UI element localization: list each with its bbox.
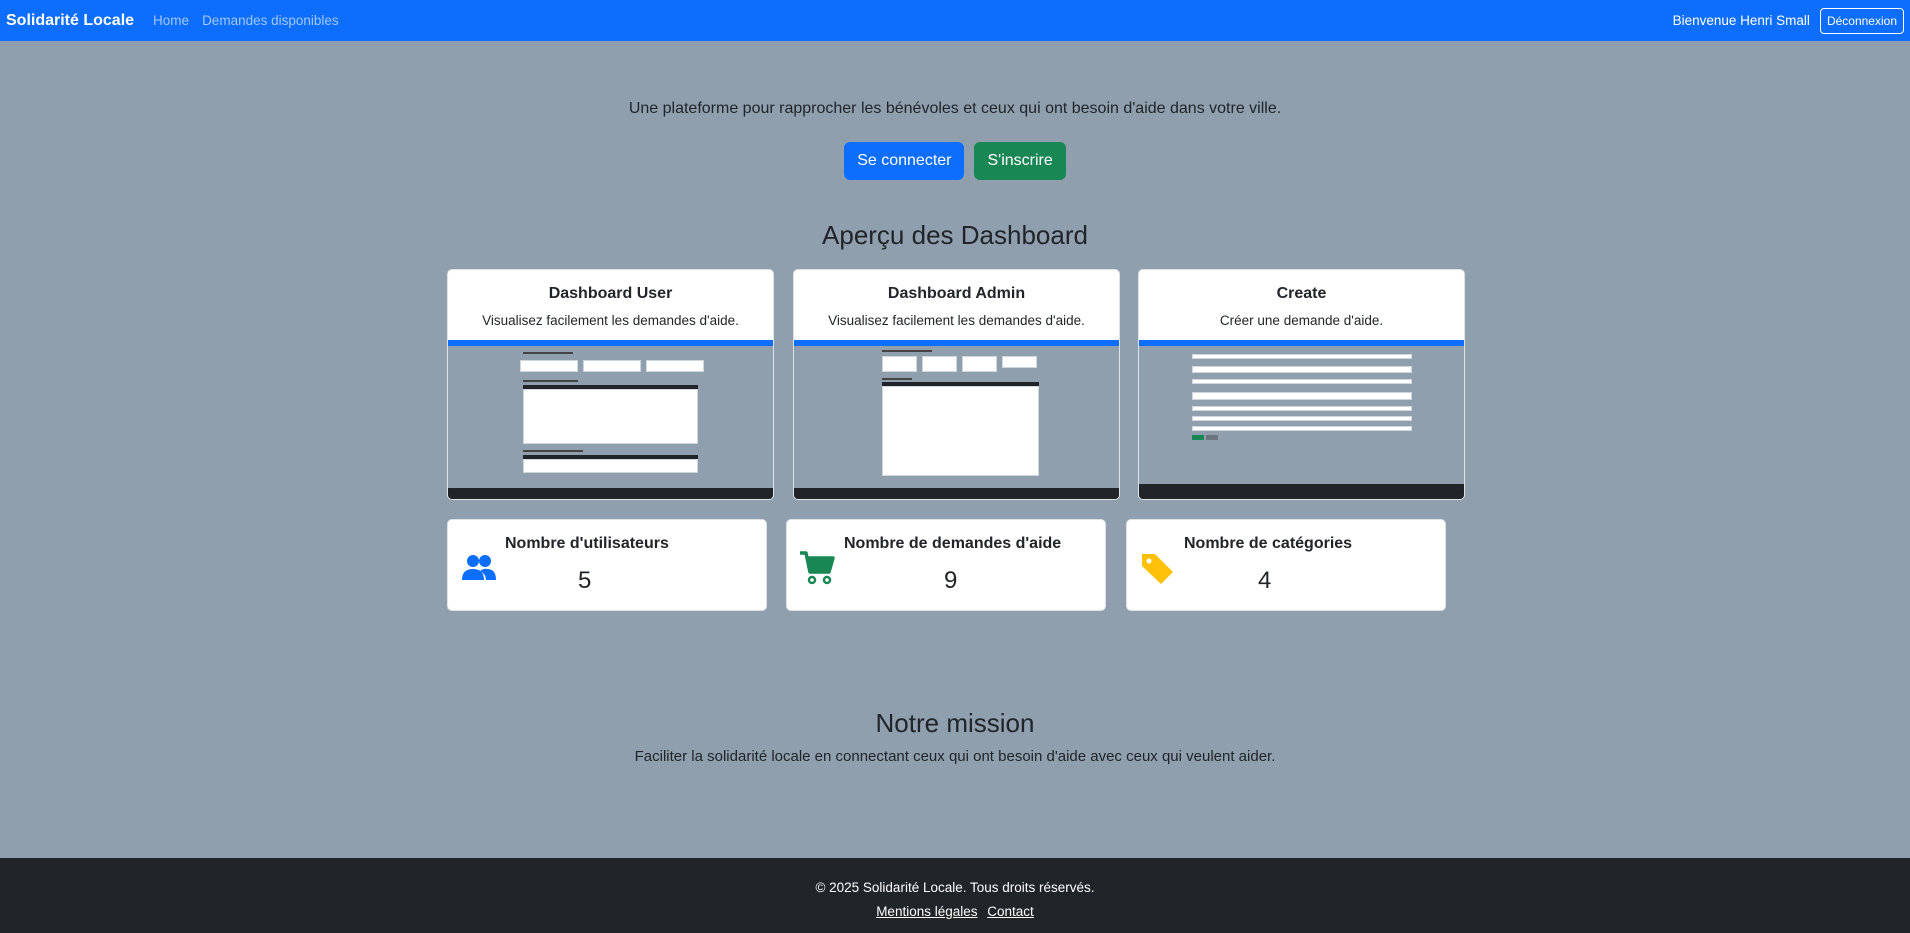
stat-value: 9 xyxy=(944,567,958,594)
card-title: Dashboard User xyxy=(548,285,673,302)
stat-label: Nombre de demandes d'aide xyxy=(844,535,1062,552)
create-screenshot xyxy=(1139,340,1464,499)
mission-title: Notre mission xyxy=(875,708,1035,738)
signup-button[interactable]: S'inscrire xyxy=(974,142,1066,180)
hero-buttons: Se connecter S'inscrire xyxy=(0,142,1910,180)
footer: © 2025 Solidarité Locale. Tous droits ré… xyxy=(0,858,1910,933)
cart-icon xyxy=(800,551,835,585)
footer-copyright: © 2025 Solidarité Locale. Tous droits ré… xyxy=(815,880,1095,895)
dashboard-user-card[interactable]: Dashboard User Visualisez facilement les… xyxy=(447,269,774,500)
brand-logo[interactable]: Solidarité Locale xyxy=(6,12,134,30)
footer-links: Mentions légales Contact xyxy=(0,904,1910,919)
logout-button[interactable]: Déconnexion xyxy=(1819,7,1904,34)
stat-value: 5 xyxy=(578,567,592,594)
navbar: Solidarité Locale Home Demandes disponib… xyxy=(0,0,1910,41)
dashboard-admin-card[interactable]: Dashboard Admin Visualisez facilement le… xyxy=(793,269,1120,500)
card-title: Create xyxy=(1276,285,1327,302)
create-card[interactable]: Create Créer une demande d'aide. xyxy=(1138,269,1465,500)
mission-text: Faciliter la solidarité locale en connec… xyxy=(634,748,1276,765)
users-icon xyxy=(462,555,496,580)
card-description: Visualisez facilement les demandes d'aid… xyxy=(828,313,1085,328)
contact-link[interactable]: Contact xyxy=(987,904,1034,919)
dashboard-admin-screenshot xyxy=(794,340,1119,499)
card-title: Dashboard Admin xyxy=(887,285,1026,302)
nav-link-home[interactable]: Home xyxy=(153,13,189,28)
dashboard-user-screenshot xyxy=(448,340,773,499)
stat-card-categories: Nombre de catégories 4 xyxy=(1126,519,1446,611)
tags-icon xyxy=(1142,554,1173,584)
welcome-text: Bienvenue Henri Small xyxy=(1672,13,1810,28)
dashboards-title: Aperçu des Dashboard xyxy=(822,220,1088,250)
stat-value: 4 xyxy=(1258,567,1272,594)
stat-card-users: Nombre d'utilisateurs 5 xyxy=(447,519,767,611)
login-button[interactable]: Se connecter xyxy=(844,142,965,180)
card-description: Visualisez facilement les demandes d'aid… xyxy=(482,313,739,328)
nav-link-demandes[interactable]: Demandes disponibles xyxy=(202,13,339,28)
stat-label: Nombre d'utilisateurs xyxy=(505,535,669,552)
stat-label: Nombre de catégories xyxy=(1184,535,1353,552)
stat-card-requests: Nombre de demandes d'aide 9 xyxy=(786,519,1106,611)
nav-right: Bienvenue Henri Small Déconnexion xyxy=(1672,7,1904,34)
mentions-legales-link[interactable]: Mentions légales xyxy=(876,904,977,919)
hero-tagline: Une plateforme pour rapprocher les bénév… xyxy=(628,100,1282,117)
card-description: Créer une demande d'aide. xyxy=(1219,313,1384,328)
